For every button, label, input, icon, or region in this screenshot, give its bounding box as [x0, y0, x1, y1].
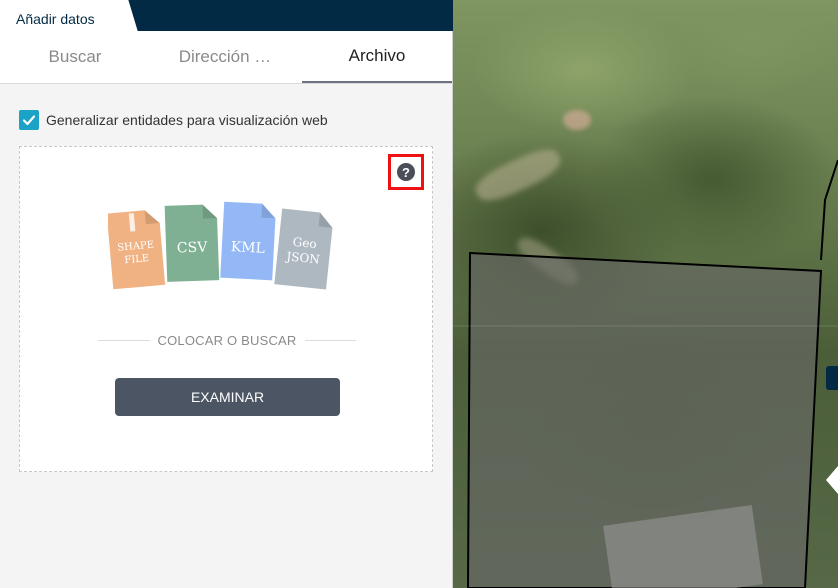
browse-button[interactable]: EXAMINAR — [115, 378, 340, 416]
drop-text: COLOCAR O BUSCAR — [157, 333, 297, 348]
generalize-checkbox[interactable] — [19, 110, 39, 130]
file-type-label: Geo — [292, 235, 317, 251]
shapefile-icon: SHAPE FILE — [108, 210, 166, 290]
map-view[interactable] — [453, 0, 838, 588]
parcel-polygon-edge — [820, 159, 838, 261]
tab-bar: Buscar Dirección … Archivo — [0, 31, 452, 84]
kml-icon: KML — [220, 201, 276, 281]
map-widget-tab[interactable] — [826, 366, 838, 390]
help-highlight[interactable]: ? — [388, 154, 424, 190]
map-popup-pointer — [826, 466, 838, 494]
file-type-label: CSV — [177, 239, 209, 256]
tab-buscar[interactable]: Buscar — [0, 31, 150, 83]
csv-icon: CSV — [164, 204, 220, 282]
panel-title: Añadir datos — [16, 11, 95, 27]
panel-title-tab[interactable]: Añadir datos — [0, 0, 138, 32]
divider-line — [304, 340, 357, 341]
checkmark-icon — [22, 115, 36, 126]
geojson-icon: Geo JSON — [274, 208, 333, 290]
tab-direccion[interactable]: Dirección … — [150, 31, 300, 83]
drop-instruction: COLOCAR O BUSCAR — [98, 333, 357, 348]
file-type-label: KML — [230, 239, 265, 257]
tab-archivo[interactable]: Archivo — [302, 31, 452, 83]
map-polygon-layer[interactable] — [453, 0, 838, 588]
file-type-label: FILE — [124, 253, 150, 266]
question-circle-icon[interactable]: ? — [397, 163, 415, 181]
divider-line — [98, 340, 150, 341]
generalize-label: Generalizar entidades para visualización… — [46, 112, 328, 128]
add-data-panel: Buscar Dirección … Archivo Generalizar e… — [0, 31, 453, 588]
supported-file-types: SHAPE FILE CSV KML Geo JSON — [108, 201, 333, 290]
file-dropzone[interactable]: ? SHAPE FILE CSV KML Geo JSON COLOCAR O … — [19, 146, 433, 472]
generalize-option[interactable]: Generalizar entidades para visualización… — [19, 110, 328, 130]
panel-header: Añadir datos — [0, 0, 453, 32]
